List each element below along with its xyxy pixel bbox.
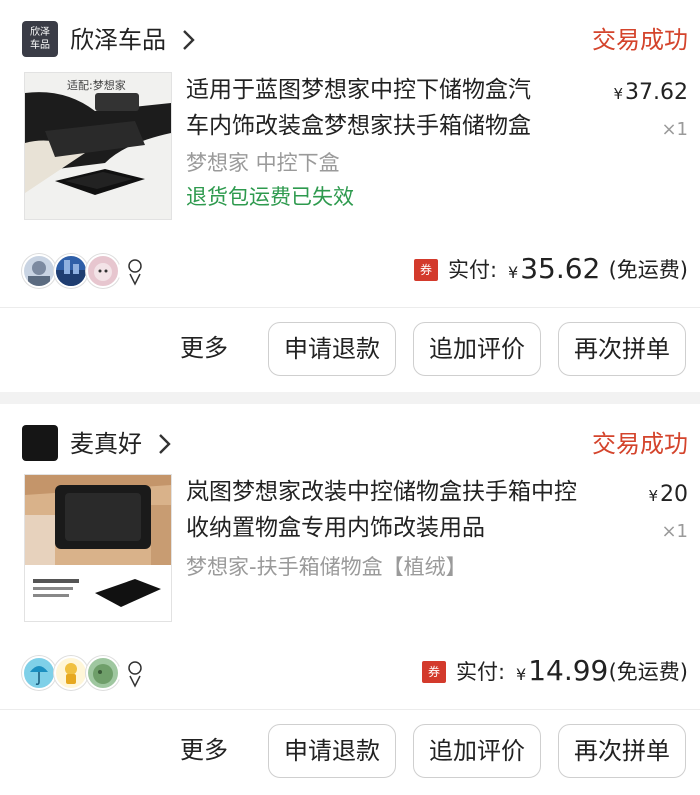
shop-logo-icon: 欣泽 车品	[22, 21, 58, 57]
shop-logo-text: 欣泽	[30, 27, 50, 38]
payment-row: 券 实付: ¥35.62 (免运费)	[0, 246, 700, 296]
buyer-avatar-icon	[54, 254, 88, 288]
buyer-avatar-icon	[54, 656, 88, 690]
quantity: ×1	[661, 119, 688, 140]
request-refund-button[interactable]: 申请退款	[268, 724, 396, 778]
title-line: 收纳置物盒专用内饰改装用品	[186, 515, 485, 541]
order-status: 交易成功	[592, 26, 688, 54]
buyer-avatar-icon	[86, 656, 120, 690]
product-title[interactable]: 适用于蓝图梦想家中控下储物盒汽 车内饰改装盒梦想家扶手箱储物盒	[186, 72, 586, 144]
order-actions: 更多 申请退款 追加评价 再次拼单	[0, 722, 700, 782]
paid-label: 实付:	[456, 660, 506, 684]
price-value: 37.62	[625, 80, 688, 105]
divider	[0, 307, 700, 308]
product-spec: 梦想家 中控下盒	[186, 151, 340, 175]
product-spec: 梦想家-扶手箱储物盒【植绒】	[186, 555, 467, 579]
request-refund-button[interactable]: 申请退款	[268, 322, 396, 376]
unit-price: ¥20	[648, 480, 688, 511]
shop-name[interactable]: 欣泽车品	[70, 22, 166, 58]
paid-amount-value: 35.62	[520, 252, 601, 285]
shop-header[interactable]: 欣泽 车品 欣泽车品 交易成功	[0, 0, 700, 78]
divider	[0, 709, 700, 710]
title-line: 岚图梦想家改装中控储物盒扶手箱中控	[186, 479, 577, 505]
buyer-avatar-icon	[86, 254, 120, 288]
shipping-note: (免运费)	[608, 660, 688, 684]
quantity: ×1	[661, 521, 688, 542]
paid-label: 实付:	[448, 258, 498, 282]
shop-header[interactable]: 麦真好 交易成功	[0, 404, 700, 482]
product-title[interactable]: 岚图梦想家改装中控储物盒扶手箱中控 收纳置物盒专用内饰改装用品	[186, 474, 586, 546]
more-button[interactable]: 更多	[180, 330, 228, 366]
reorder-button[interactable]: 再次拼单	[558, 322, 686, 376]
reorder-button[interactable]: 再次拼单	[558, 724, 686, 778]
chevron-right-icon[interactable]	[154, 432, 176, 456]
product-thumbnail[interactable]	[24, 474, 172, 622]
currency-symbol: ¥	[648, 487, 658, 505]
chevron-right-icon[interactable]	[178, 28, 200, 52]
shop-name[interactable]: 麦真好	[70, 426, 142, 462]
shop-logo-icon	[22, 425, 58, 461]
buyer-avatar-icon	[118, 656, 152, 690]
currency-symbol: ¥	[516, 665, 527, 684]
paid-amount: ¥14.99	[516, 653, 608, 693]
product-thumbnail[interactable]: 适配:梦想家	[24, 72, 172, 220]
more-button[interactable]: 更多	[180, 732, 228, 768]
coupon-icon: 券	[414, 259, 438, 281]
price-value: 20	[660, 482, 688, 507]
product-image	[25, 475, 171, 621]
order-status: 交易成功	[592, 430, 688, 458]
add-review-button[interactable]: 追加评价	[413, 724, 541, 778]
buyer-avatar-icon	[118, 254, 152, 288]
unit-price: ¥37.62	[613, 78, 688, 109]
shipping-note: (免运费)	[608, 258, 688, 282]
paid-amount-value: 14.99	[528, 654, 609, 687]
thumb-caption: 适配:梦想家	[65, 77, 128, 93]
currency-symbol: ¥	[508, 263, 519, 282]
return-shipping-note: 退货包运费已失效	[186, 185, 354, 209]
paid-amount: ¥35.62	[508, 251, 600, 291]
buyer-avatar-icon	[22, 254, 56, 288]
payment-row: 券 实付: ¥14.99 (免运费)	[0, 648, 700, 698]
title-line: 适用于蓝图梦想家中控下储物盒汽	[186, 77, 531, 103]
shop-logo-text: 车品	[30, 40, 50, 51]
buyer-avatar-icon	[22, 656, 56, 690]
add-review-button[interactable]: 追加评价	[413, 322, 541, 376]
currency-symbol: ¥	[613, 85, 624, 103]
title-line: 车内饰改装盒梦想家扶手箱储物盒	[186, 113, 531, 139]
order-card: 麦真好 交易成功 岚图梦想家改装中控储物盒扶手箱中控 收纳置物盒专用内饰改装用品…	[0, 404, 700, 795]
order-card: 欣泽 车品 欣泽车品 交易成功 适配:梦想家 适用于蓝图梦想家中控下储物盒汽 车…	[0, 0, 700, 392]
product-image	[25, 73, 171, 219]
order-actions: 更多 申请退款 追加评价 再次拼单	[0, 320, 700, 380]
coupon-icon: 券	[422, 661, 446, 683]
